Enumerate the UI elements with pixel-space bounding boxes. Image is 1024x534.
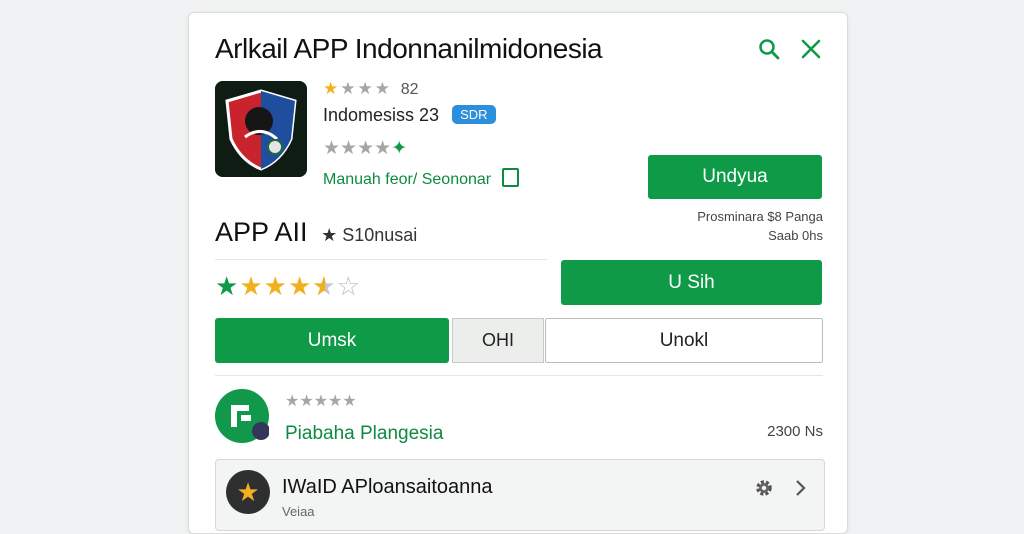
page-title: Arlkail APP Indonnanilmidonesia: [215, 33, 603, 64]
app-logo[interactable]: [215, 81, 307, 177]
app-rating-row: ★ ★ ★ ★ 82: [323, 79, 419, 99]
shield-logo-icon: [215, 81, 307, 177]
list-rating-stars: ★★★★★: [285, 393, 357, 410]
list-item-title[interactable]: Piabaha Plangesia: [285, 423, 443, 445]
gear-icon[interactable]: [752, 476, 776, 500]
price-info: Prosminara $8 Panga: [697, 209, 823, 224]
app-name-row: Indomesiss 23 SDR: [323, 105, 496, 126]
chevron-right-icon[interactable]: [788, 476, 812, 500]
rating-count: 82: [400, 81, 419, 98]
developer-label: Manuah feor/ Seononar: [323, 171, 492, 188]
action-button[interactable]: U Sih: [561, 260, 822, 305]
install-button[interactable]: Undyua: [648, 155, 822, 199]
bottom-list-item[interactable]: ★ IWaID APloansaitoanna Veiaa: [215, 459, 825, 531]
section-title: APP AII: [215, 217, 308, 247]
close-icon[interactable]: [799, 37, 823, 61]
section-subtitle: ★ S10nusai: [321, 225, 418, 245]
tab-middle[interactable]: OHI: [452, 318, 544, 363]
rating-stars: ★ ★ ★ ★: [323, 79, 390, 98]
section-suffix: S10nusai: [342, 225, 418, 245]
grid-app-icon: [231, 405, 270, 440]
tab-primary[interactable]: Umsk: [215, 318, 449, 363]
app-name: Indomesiss 23: [323, 105, 440, 125]
bottom-item-title: IWaID APloansaitoanna: [282, 476, 493, 498]
section-heading: APP AII ★ S10nusai: [215, 217, 417, 248]
divider: [215, 259, 547, 260]
list-item-size: 2300 Ns: [767, 423, 823, 440]
divider: [215, 375, 823, 376]
developer-link[interactable]: Manuah feor/ Seononar: [323, 168, 519, 189]
verified-icon: [501, 168, 519, 187]
search-icon[interactable]: [757, 37, 781, 61]
list-app-icon[interactable]: [215, 389, 270, 443]
app-detail-card: Arlkail APP Indonnanilmidonesia ★ ★ ★ ★ 82 …: [188, 12, 848, 534]
tab-right[interactable]: Unokl: [545, 318, 823, 363]
large-rating-stars[interactable]: ★ ★ ★ ★ ★ ★ ☆: [215, 271, 360, 302]
secondary-rating: ★★★★✦: [323, 138, 408, 159]
app-badge: SDR: [452, 105, 496, 124]
size-info: Saab 0hs: [768, 228, 823, 243]
star-icon: ★: [226, 470, 270, 514]
